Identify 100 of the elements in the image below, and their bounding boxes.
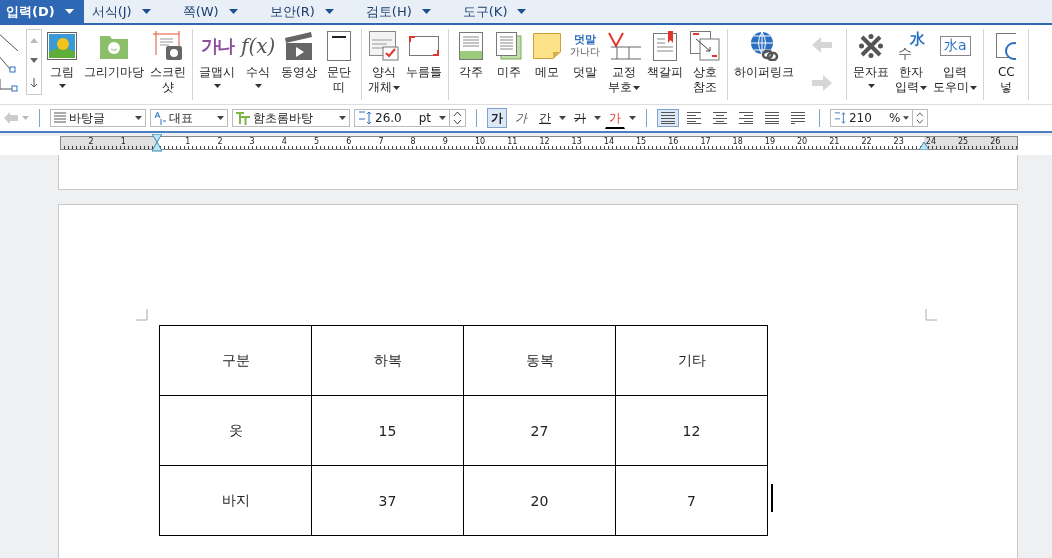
ruler-number: 6 (346, 137, 352, 146)
caret-icon[interactable] (64, 8, 74, 15)
ribbon-button[interactable]: 하이퍼링크 (732, 29, 797, 80)
ribbon-button[interactable]: 양식 개체 (366, 29, 403, 95)
ruler-number: 10 (475, 137, 486, 146)
table-cell: 37 (311, 465, 464, 536)
line-spacing-icon (834, 111, 846, 125)
ribbon-button[interactable]: 水a 입력 도우미 (931, 29, 980, 95)
hanja-icon: 水 수 (897, 32, 925, 60)
ruler-number: 20 (797, 137, 808, 146)
font-size-icon (358, 111, 372, 125)
ribbon-button[interactable]: 그림 (44, 29, 80, 88)
character-format-button[interactable]: 가 (570, 108, 590, 128)
character-format-button[interactable]: 가 (605, 107, 625, 129)
ruler-number: 1 (185, 137, 191, 146)
table-cell: 옷 (159, 395, 312, 466)
ribbon-button[interactable]: 덧말 가나다 덧말 (567, 29, 604, 80)
ruler-number: 26 (990, 137, 1001, 146)
ruler-number: 18 (732, 137, 743, 146)
caret-icon[interactable] (421, 8, 431, 15)
ruler-number: 14 (603, 137, 614, 146)
ribbon-button[interactable]: 문단 띠 (321, 29, 358, 95)
scroll-down-icon[interactable] (29, 57, 39, 65)
ruler-number: 3 (249, 137, 255, 146)
table-cell: 20 (463, 465, 616, 536)
ribbon-button[interactable]: 미주 (491, 29, 528, 80)
cross-reference-icon (690, 31, 721, 61)
font-size-field[interactable]: 26.0 pt (354, 109, 466, 127)
ribbon-button[interactable]: 상호 참조 (687, 29, 724, 95)
caret-icon[interactable] (228, 8, 238, 15)
ribbon-button[interactable]: 동영상 (279, 29, 320, 80)
page-icon (327, 31, 352, 61)
table-cell: 7 (615, 465, 768, 536)
ribbon-button[interactable]: 그리기마당 (82, 29, 146, 80)
spinner-icon[interactable] (449, 110, 462, 126)
indent-marker-icon[interactable] (152, 134, 162, 152)
table-cell: 바지 (159, 465, 312, 536)
caret-icon[interactable] (629, 116, 636, 120)
ruler-number: 8 (410, 137, 416, 146)
caret-icon[interactable] (559, 116, 566, 120)
ribbon-button[interactable]: 水 수 한자 입력 (893, 29, 930, 95)
expand-arrow-icon[interactable] (29, 77, 39, 88)
ribbon-button[interactable]: f(x) 수식 (239, 29, 278, 88)
sticky-note-icon (533, 33, 562, 59)
ribbon-button[interactable]: 가나 글맵시 (197, 29, 237, 88)
language-icon (154, 111, 166, 125)
input-helper-icon: 水a (940, 36, 971, 56)
caret-icon[interactable] (517, 8, 527, 15)
caret-icon[interactable] (324, 8, 334, 15)
style-dropdown[interactable]: 바탕글 (50, 109, 146, 127)
bookmark-icon (653, 31, 678, 61)
menu-tab[interactable]: 검토(H) (365, 2, 412, 21)
ruler-number: 2 (88, 137, 94, 146)
ruler-number: 23 (893, 137, 904, 146)
ribbon-button[interactable]: 메모 (529, 29, 566, 80)
form-icon (369, 31, 400, 61)
ruler-number: 2 (217, 137, 223, 146)
ribbon-button[interactable]: CC 넣 (988, 29, 1025, 95)
truetype-icon (236, 111, 250, 125)
ruler-number: 5 (314, 137, 320, 146)
spinner-icon[interactable] (912, 110, 924, 126)
margin-corner-icon (925, 309, 937, 321)
pages-icon (496, 32, 523, 60)
caret-icon[interactable] (594, 116, 601, 120)
ruler-number: 22 (861, 137, 872, 146)
language-dropdown[interactable]: 대표 (150, 109, 228, 127)
ribbon-button[interactable]: 스크린 샷 (148, 29, 188, 95)
proofreading-icon (607, 32, 642, 60)
gallery-scroll-bar[interactable] (26, 29, 42, 95)
table-header-cell: 동복 (463, 325, 616, 396)
menu-tab[interactable]: 보안(R) (269, 2, 315, 21)
text-cursor (771, 484, 773, 512)
ribbon-button[interactable]: 교정 부호 (605, 29, 644, 95)
ruler-number: 21 (829, 137, 840, 146)
font-dropdown[interactable]: 함초롬바탕 (232, 109, 350, 127)
wordart-icon: 가나 (201, 34, 233, 58)
ruler-number: 4 (281, 137, 287, 146)
ribbon-button[interactable]: 누름틀 (404, 29, 445, 80)
right-margin-marker-icon[interactable] (919, 142, 929, 150)
line-spacing-field[interactable]: 210 % (830, 109, 928, 127)
ribbon-button[interactable]: 각주 (453, 29, 490, 80)
ruler-number: 9 (442, 137, 448, 146)
character-format-button[interactable]: 가 (487, 108, 507, 128)
ribbon-button[interactable]: 문자표 (851, 29, 892, 88)
menu-tab[interactable]: 서식(J) (91, 2, 132, 21)
justify-align-button[interactable] (657, 109, 679, 127)
caret-icon (135, 116, 142, 120)
character-format-button[interactable]: 가 (511, 108, 531, 128)
character-format-button[interactable]: 간 (535, 108, 555, 128)
menu-tab[interactable]: 도구(K) (462, 2, 508, 21)
paragraph-style-icon (54, 112, 66, 124)
menu-tab[interactable]: 쪽(W) (182, 2, 219, 21)
ruler[interactable]: 2 1 1 2 3 4 5 6 7 8 9 10 11 12 13 14 15 16 17 18 19 20 21 22 23 24 25 26 (60, 136, 1018, 150)
margin-corner-icon (136, 309, 148, 321)
caret-icon[interactable] (141, 8, 151, 15)
table-cell: 15 (311, 395, 464, 466)
ruler-number: 24 (925, 137, 936, 146)
camera-icon (153, 31, 183, 61)
ribbon-button[interactable]: 책갈피 (645, 29, 686, 80)
caret-icon (339, 116, 346, 120)
